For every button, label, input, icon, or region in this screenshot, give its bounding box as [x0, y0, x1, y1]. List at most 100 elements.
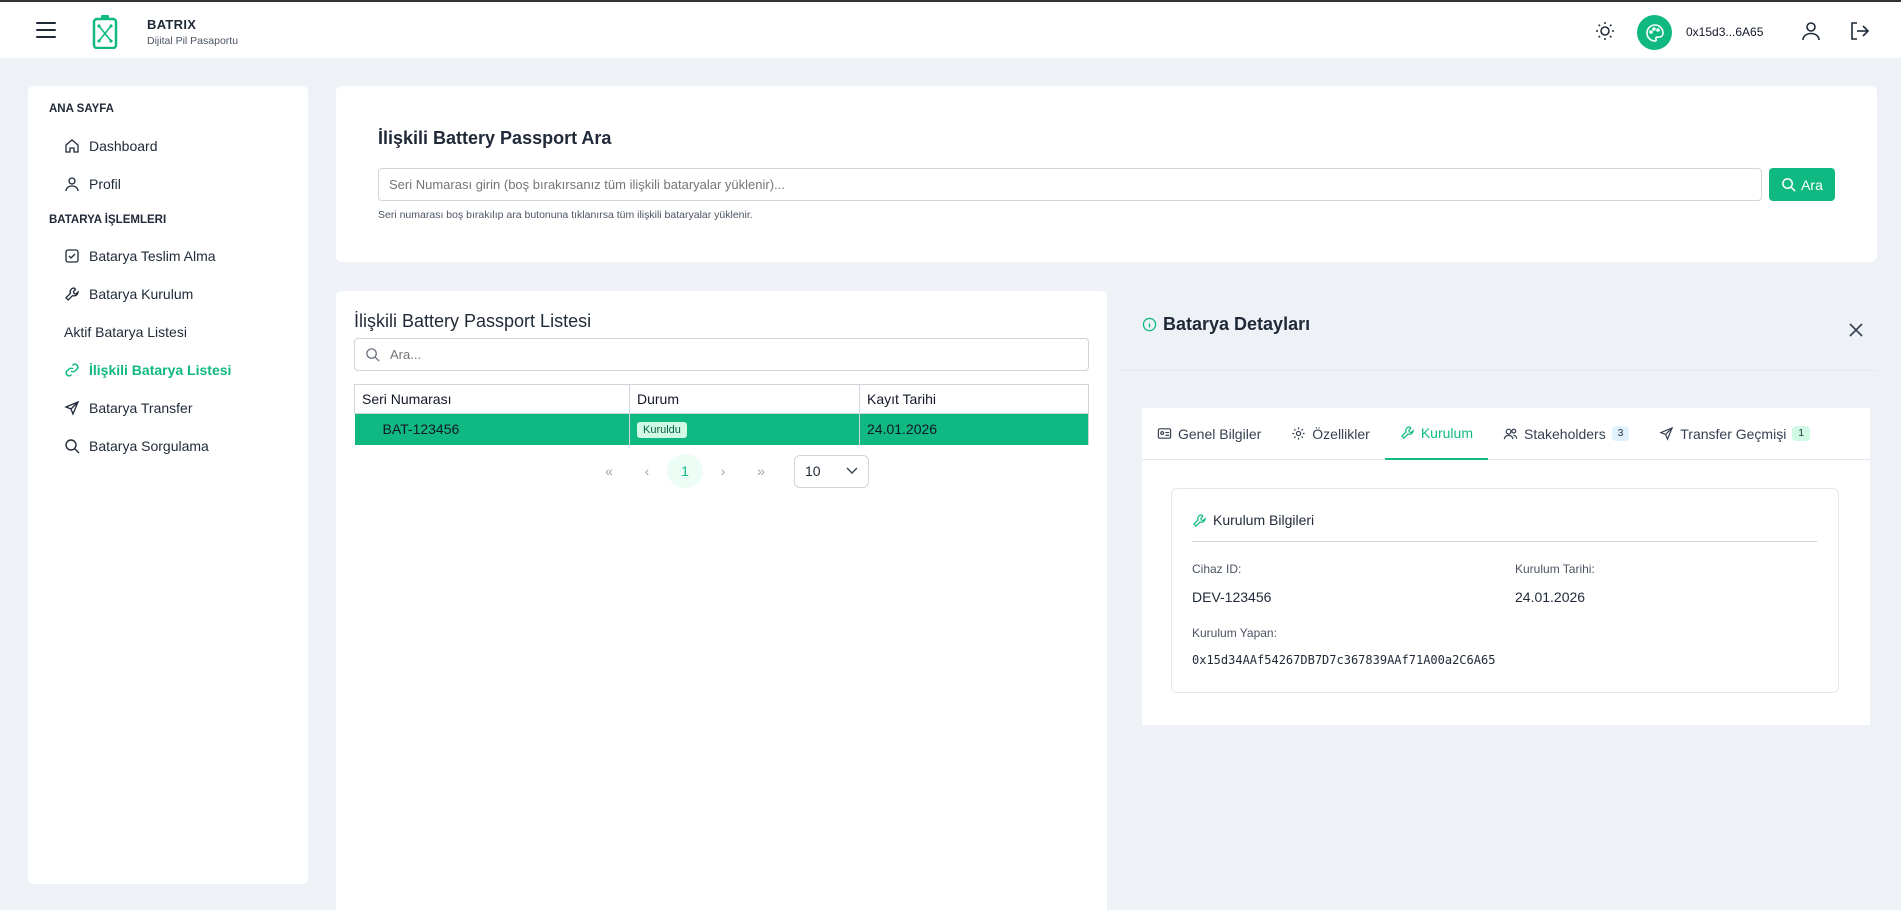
- palette-icon: [1645, 23, 1664, 42]
- brand-subtitle: Dijital Pil Pasaportu: [147, 35, 239, 47]
- tab-label: Genel Bilgiler: [1178, 425, 1262, 442]
- list-filter[interactable]: [354, 338, 1089, 371]
- tab-label: Stakeholders: [1523, 425, 1606, 442]
- device-id-label: Cihaz ID:: [1192, 562, 1242, 576]
- detail-title: Batarya Detayları: [1142, 314, 1310, 335]
- column-header[interactable]: Seri Numarası: [354, 384, 630, 414]
- users-icon: [1503, 428, 1518, 440]
- installer-label: Kurulum Yapan:: [1192, 626, 1277, 640]
- install-date-value: 24.01.2026: [1515, 589, 1586, 605]
- sidebar-section-title: ANA SAYFA: [49, 103, 114, 115]
- wrench-icon: [1193, 513, 1206, 527]
- installer-address: 0x15d34AAf54267DB7D7c367839AAf71A00a2C6A…: [1192, 653, 1496, 667]
- tab-content: Kurulum Bilgileri Cihaz ID: DEV-123456 K…: [1142, 460, 1870, 725]
- per-page-select[interactable]: 10: [794, 454, 869, 488]
- tab-transfer-gecmisi[interactable]: Transfer Geçmişi 1: [1644, 408, 1825, 460]
- tab-stakeholders[interactable]: Stakeholders 3: [1488, 408, 1644, 460]
- search-button[interactable]: Ara: [1769, 168, 1835, 201]
- kurulum-info-card: Kurulum Bilgileri Cihaz ID: DEV-123456 K…: [1171, 488, 1839, 693]
- list-title: İlişkili Battery Passport Listesi: [354, 311, 592, 331]
- tab-kurulum[interactable]: Kurulum: [1384, 408, 1488, 460]
- detail-tabs: Genel Bilgiler Özellikler Kurulum Stakeh…: [1142, 408, 1870, 460]
- link-icon: [65, 363, 79, 377]
- tab-ozellikler[interactable]: Özellikler: [1276, 408, 1385, 460]
- search-icon: [1782, 178, 1796, 192]
- tab-genel-bilgiler[interactable]: Genel Bilgiler: [1142, 408, 1276, 460]
- divider: [1192, 541, 1817, 542]
- column-header[interactable]: Durum: [629, 384, 860, 414]
- sidebar-item-kurulum[interactable]: Batarya Kurulum: [64, 286, 193, 302]
- sidebar-item-transfer[interactable]: Batarya Transfer: [64, 400, 193, 416]
- info-icon: [1142, 317, 1157, 332]
- count-badge: 3: [1611, 426, 1630, 441]
- first-page-button[interactable]: «: [590, 455, 628, 487]
- sidebar-item-iliskili-liste[interactable]: İlişkili Batarya Listesi: [64, 362, 231, 378]
- close-icon[interactable]: [1849, 323, 1863, 337]
- sidebar-item-label: Batarya Transfer: [89, 400, 193, 416]
- tab-label: Transfer Geçmişi: [1680, 425, 1787, 442]
- sidebar-item-label: Batarya Kurulum: [89, 286, 194, 302]
- detail-panel: Batarya Detayları Genel Bilgiler Özellik…: [1121, 291, 1877, 910]
- sidebar-section-title: BATARYA İŞLEMLERI: [49, 214, 167, 226]
- sidebar-item-aktif-liste[interactable]: Aktif Batarya Listesi: [64, 324, 187, 340]
- search-button-label: Ara: [1801, 176, 1823, 193]
- search-icon: [366, 348, 380, 362]
- search-card: İlişkili Battery Passport Ara Ara Seri n…: [336, 86, 1877, 262]
- section-title: Kurulum Bilgileri: [1192, 512, 1314, 528]
- sidebar-item-label: Batarya Sorgulama: [89, 438, 209, 454]
- search-title: İlişkili Battery Passport Ara: [378, 128, 612, 148]
- sidebar-item-dashboard[interactable]: Dashboard: [64, 138, 158, 154]
- status-cell: Kuruldu: [629, 413, 860, 445]
- section-title-text: Kurulum Bilgileri: [1213, 512, 1315, 528]
- page-number[interactable]: 1: [667, 454, 703, 488]
- wallet-address: 0x15d3...6A65: [1686, 25, 1764, 39]
- column-header[interactable]: Kayıt Tarihi: [859, 384, 1089, 414]
- sidebar-item-label: Aktif Batarya Listesi: [64, 324, 187, 340]
- sidebar-item-sorgulama[interactable]: Batarya Sorgulama: [64, 438, 209, 454]
- brand: BATRIX Dijital Pil Pasaportu: [147, 17, 238, 47]
- wrench-icon: [65, 287, 79, 301]
- status-badge: Kuruldu: [637, 422, 687, 439]
- search-icon: [65, 439, 80, 454]
- menu-icon[interactable]: [36, 22, 56, 38]
- list-filter-input[interactable]: [390, 347, 1070, 362]
- passport-table: Seri Numarası Durum Kayıt Tarihi BAT-123…: [354, 384, 1089, 445]
- send-icon: [64, 400, 80, 416]
- send-icon: [1659, 426, 1674, 441]
- detail-header: Batarya Detayları: [1121, 291, 1877, 371]
- user-icon: [65, 177, 79, 192]
- user-icon[interactable]: [1800, 20, 1822, 42]
- last-page-button[interactable]: »: [742, 455, 780, 487]
- sidebar-item-label: Profil: [89, 176, 121, 192]
- sun-icon[interactable]: [1595, 21, 1615, 41]
- passport-list-card: İlişkili Battery Passport Listesi Seri N…: [336, 291, 1107, 910]
- prev-page-button[interactable]: ‹: [628, 455, 666, 487]
- battery-logo-icon: [92, 15, 118, 49]
- sidebar-item-teslim-alma[interactable]: Batarya Teslim Alma: [64, 248, 216, 264]
- wrench-icon: [1400, 426, 1414, 439]
- table-row[interactable]: BAT-123456 Kuruldu 24.01.2026: [354, 413, 1089, 445]
- brand-name: BATRIX: [147, 17, 197, 32]
- detail-title-text: Batarya Detayları: [1163, 314, 1311, 334]
- check-square-icon: [65, 249, 79, 263]
- serial-cell: BAT-123456: [354, 413, 630, 445]
- next-page-button[interactable]: ›: [704, 455, 742, 487]
- gear-icon: [1292, 427, 1305, 440]
- serial-search-input[interactable]: [378, 168, 1762, 201]
- logout-icon[interactable]: [1848, 20, 1870, 42]
- date-cell: 24.01.2026: [859, 413, 1089, 445]
- tab-label: Özellikler: [1312, 425, 1370, 442]
- tab-label: Kurulum: [1420, 424, 1473, 441]
- id-card-icon: [1157, 428, 1172, 439]
- chevron-down-icon: [846, 467, 858, 474]
- home-icon: [65, 139, 79, 153]
- sidebar-item-profil[interactable]: Profil: [64, 176, 121, 192]
- avatar[interactable]: [1637, 15, 1672, 50]
- sidebar-item-label: Batarya Teslim Alma: [89, 248, 216, 264]
- sidebar: ANA SAYFA Dashboard Profil BATARYA İŞLEM…: [28, 86, 308, 884]
- search-hint: Seri numarası boş bırakılıp ara butonuna…: [378, 209, 753, 221]
- sidebar-item-label: Dashboard: [89, 138, 158, 154]
- per-page-value: 10: [805, 463, 821, 479]
- install-date-label: Kurulum Tarihi:: [1515, 562, 1595, 576]
- device-id-value: DEV-123456: [1192, 589, 1272, 605]
